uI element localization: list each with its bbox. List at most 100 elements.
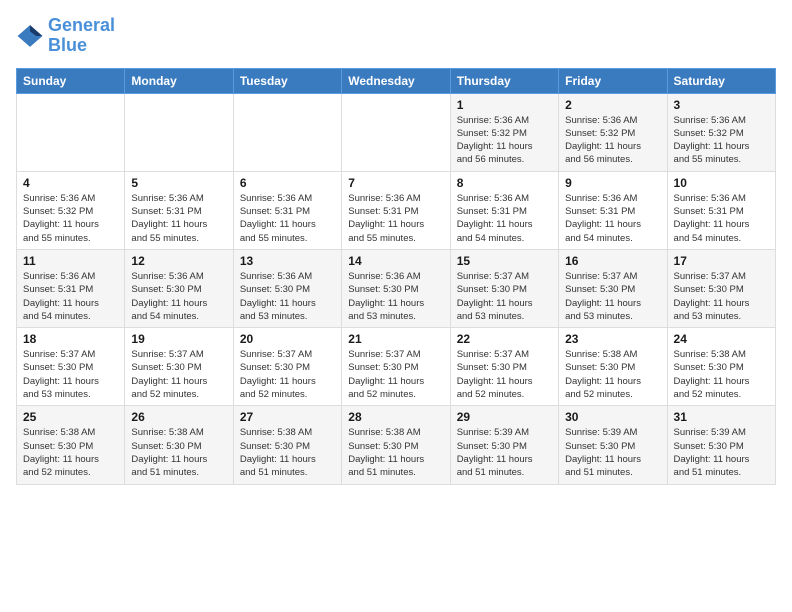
day-info: Sunrise: 5:38 AMSunset: 5:30 PMDaylight:… <box>674 348 769 401</box>
weekday-header-friday: Friday <box>559 68 667 93</box>
day-number: 11 <box>23 254 118 268</box>
day-number: 3 <box>674 98 769 112</box>
day-info: Sunrise: 5:37 AMSunset: 5:30 PMDaylight:… <box>457 348 552 401</box>
day-number: 2 <box>565 98 660 112</box>
day-info: Sunrise: 5:36 AMSunset: 5:31 PMDaylight:… <box>674 192 769 245</box>
day-info: Sunrise: 5:36 AMSunset: 5:31 PMDaylight:… <box>457 192 552 245</box>
day-info: Sunrise: 5:36 AMSunset: 5:32 PMDaylight:… <box>457 114 552 167</box>
day-number: 26 <box>131 410 226 424</box>
calendar-cell <box>233 93 341 171</box>
calendar-cell: 27 Sunrise: 5:38 AMSunset: 5:30 PMDayligh… <box>233 406 341 484</box>
day-number: 20 <box>240 332 335 346</box>
weekday-header-tuesday: Tuesday <box>233 68 341 93</box>
day-number: 1 <box>457 98 552 112</box>
day-info: Sunrise: 5:36 AMSunset: 5:30 PMDaylight:… <box>240 270 335 323</box>
day-number: 5 <box>131 176 226 190</box>
calendar-cell: 14 Sunrise: 5:36 AMSunset: 5:30 PMDayligh… <box>342 249 450 327</box>
day-number: 24 <box>674 332 769 346</box>
weekday-header-wednesday: Wednesday <box>342 68 450 93</box>
day-number: 18 <box>23 332 118 346</box>
day-number: 4 <box>23 176 118 190</box>
day-info: Sunrise: 5:36 AMSunset: 5:31 PMDaylight:… <box>131 192 226 245</box>
day-number: 12 <box>131 254 226 268</box>
calendar-cell <box>17 93 125 171</box>
day-number: 21 <box>348 332 443 346</box>
day-number: 31 <box>674 410 769 424</box>
calendar-cell: 11 Sunrise: 5:36 AMSunset: 5:31 PMDayligh… <box>17 249 125 327</box>
calendar-cell: 7Sunrise: 5:36 AMSunset: 5:31 PMDaylight… <box>342 171 450 249</box>
calendar-cell: 3 Sunrise: 5:36 AMSunset: 5:32 PMDaylight… <box>667 93 775 171</box>
calendar-cell: 31 Sunrise: 5:39 AMSunset: 5:30 PMDayligh… <box>667 406 775 484</box>
weekday-header-saturday: Saturday <box>667 68 775 93</box>
calendar-cell: 19 Sunrise: 5:37 AMSunset: 5:30 PMDayligh… <box>125 328 233 406</box>
logo: General Blue <box>16 16 115 56</box>
calendar-table: SundayMondayTuesdayWednesdayThursdayFrid… <box>16 68 776 485</box>
page-header: General Blue <box>16 16 776 56</box>
day-number: 27 <box>240 410 335 424</box>
day-info: Sunrise: 5:36 AMSunset: 5:32 PMDaylight:… <box>23 192 118 245</box>
day-info: Sunrise: 5:38 AMSunset: 5:30 PMDaylight:… <box>131 426 226 479</box>
day-number: 19 <box>131 332 226 346</box>
day-info: Sunrise: 5:39 AMSunset: 5:30 PMDaylight:… <box>457 426 552 479</box>
day-number: 29 <box>457 410 552 424</box>
day-info: Sunrise: 5:38 AMSunset: 5:30 PMDaylight:… <box>565 348 660 401</box>
calendar-cell: 12 Sunrise: 5:36 AMSunset: 5:30 PMDayligh… <box>125 249 233 327</box>
calendar-cell: 29 Sunrise: 5:39 AMSunset: 5:30 PMDayligh… <box>450 406 558 484</box>
calendar-cell: 2 Sunrise: 5:36 AMSunset: 5:32 PMDaylight… <box>559 93 667 171</box>
calendar-week-row: 11 Sunrise: 5:36 AMSunset: 5:31 PMDayligh… <box>17 249 776 327</box>
calendar-cell: 22 Sunrise: 5:37 AMSunset: 5:30 PMDayligh… <box>450 328 558 406</box>
day-info: Sunrise: 5:37 AMSunset: 5:30 PMDaylight:… <box>348 348 443 401</box>
day-info: Sunrise: 5:37 AMSunset: 5:30 PMDaylight:… <box>23 348 118 401</box>
calendar-cell: 9Sunrise: 5:36 AMSunset: 5:31 PMDaylight… <box>559 171 667 249</box>
day-number: 10 <box>674 176 769 190</box>
day-number: 30 <box>565 410 660 424</box>
calendar-cell: 20 Sunrise: 5:37 AMSunset: 5:30 PMDayligh… <box>233 328 341 406</box>
day-info: Sunrise: 5:37 AMSunset: 5:30 PMDaylight:… <box>131 348 226 401</box>
day-info: Sunrise: 5:37 AMSunset: 5:30 PMDaylight:… <box>457 270 552 323</box>
day-info: Sunrise: 5:36 AMSunset: 5:31 PMDaylight:… <box>240 192 335 245</box>
calendar-cell: 1 Sunrise: 5:36 AMSunset: 5:32 PMDaylight… <box>450 93 558 171</box>
day-number: 6 <box>240 176 335 190</box>
calendar-cell: 10 Sunrise: 5:36 AMSunset: 5:31 PMDayligh… <box>667 171 775 249</box>
calendar-week-row: 18 Sunrise: 5:37 AMSunset: 5:30 PMDayligh… <box>17 328 776 406</box>
weekday-header-sunday: Sunday <box>17 68 125 93</box>
day-number: 15 <box>457 254 552 268</box>
calendar-cell: 6 Sunrise: 5:36 AMSunset: 5:31 PMDaylight… <box>233 171 341 249</box>
calendar-cell <box>342 93 450 171</box>
calendar-cell: 5 Sunrise: 5:36 AMSunset: 5:31 PMDaylight… <box>125 171 233 249</box>
day-info: Sunrise: 5:37 AMSunset: 5:30 PMDaylight:… <box>240 348 335 401</box>
day-info: Sunrise: 5:36 AMSunset: 5:31 PMDaylight:… <box>23 270 118 323</box>
day-info: Sunrise: 5:36 AMSunset: 5:30 PMDaylight:… <box>348 270 443 323</box>
logo-text: General Blue <box>48 16 115 56</box>
day-number: 28 <box>348 410 443 424</box>
day-number: 22 <box>457 332 552 346</box>
calendar-week-row: 4 Sunrise: 5:36 AMSunset: 5:32 PMDaylight… <box>17 171 776 249</box>
calendar-cell: 18 Sunrise: 5:37 AMSunset: 5:30 PMDayligh… <box>17 328 125 406</box>
day-info: Sunrise: 5:36 AMSunset: 5:31 PMDaylight:… <box>348 192 443 245</box>
calendar-cell: 21 Sunrise: 5:37 AMSunset: 5:30 PMDayligh… <box>342 328 450 406</box>
day-number: 9 <box>565 176 660 190</box>
day-info: Sunrise: 5:37 AMSunset: 5:30 PMDaylight:… <box>565 270 660 323</box>
calendar-cell: 30Sunrise: 5:39 AMSunset: 5:30 PMDayligh… <box>559 406 667 484</box>
day-number: 16 <box>565 254 660 268</box>
calendar-cell: 4 Sunrise: 5:36 AMSunset: 5:32 PMDaylight… <box>17 171 125 249</box>
day-number: 17 <box>674 254 769 268</box>
calendar-cell: 16 Sunrise: 5:37 AMSunset: 5:30 PMDayligh… <box>559 249 667 327</box>
day-info: Sunrise: 5:39 AMSunset: 5:30 PMDaylight:… <box>674 426 769 479</box>
day-info: Sunrise: 5:36 AMSunset: 5:32 PMDaylight:… <box>565 114 660 167</box>
day-number: 25 <box>23 410 118 424</box>
day-info: Sunrise: 5:38 AMSunset: 5:30 PMDaylight:… <box>240 426 335 479</box>
calendar-week-row: 25 Sunrise: 5:38 AMSunset: 5:30 PMDayligh… <box>17 406 776 484</box>
day-info: Sunrise: 5:38 AMSunset: 5:30 PMDaylight:… <box>23 426 118 479</box>
calendar-cell: 24 Sunrise: 5:38 AMSunset: 5:30 PMDayligh… <box>667 328 775 406</box>
day-number: 14 <box>348 254 443 268</box>
calendar-cell: 28Sunrise: 5:38 AMSunset: 5:30 PMDayligh… <box>342 406 450 484</box>
calendar-cell: 26 Sunrise: 5:38 AMSunset: 5:30 PMDayligh… <box>125 406 233 484</box>
logo-icon <box>16 22 44 50</box>
calendar-cell: 23Sunrise: 5:38 AMSunset: 5:30 PMDayligh… <box>559 328 667 406</box>
calendar-cell <box>125 93 233 171</box>
day-info: Sunrise: 5:36 AMSunset: 5:30 PMDaylight:… <box>131 270 226 323</box>
day-info: Sunrise: 5:37 AMSunset: 5:30 PMDaylight:… <box>674 270 769 323</box>
day-info: Sunrise: 5:36 AMSunset: 5:32 PMDaylight:… <box>674 114 769 167</box>
day-number: 8 <box>457 176 552 190</box>
